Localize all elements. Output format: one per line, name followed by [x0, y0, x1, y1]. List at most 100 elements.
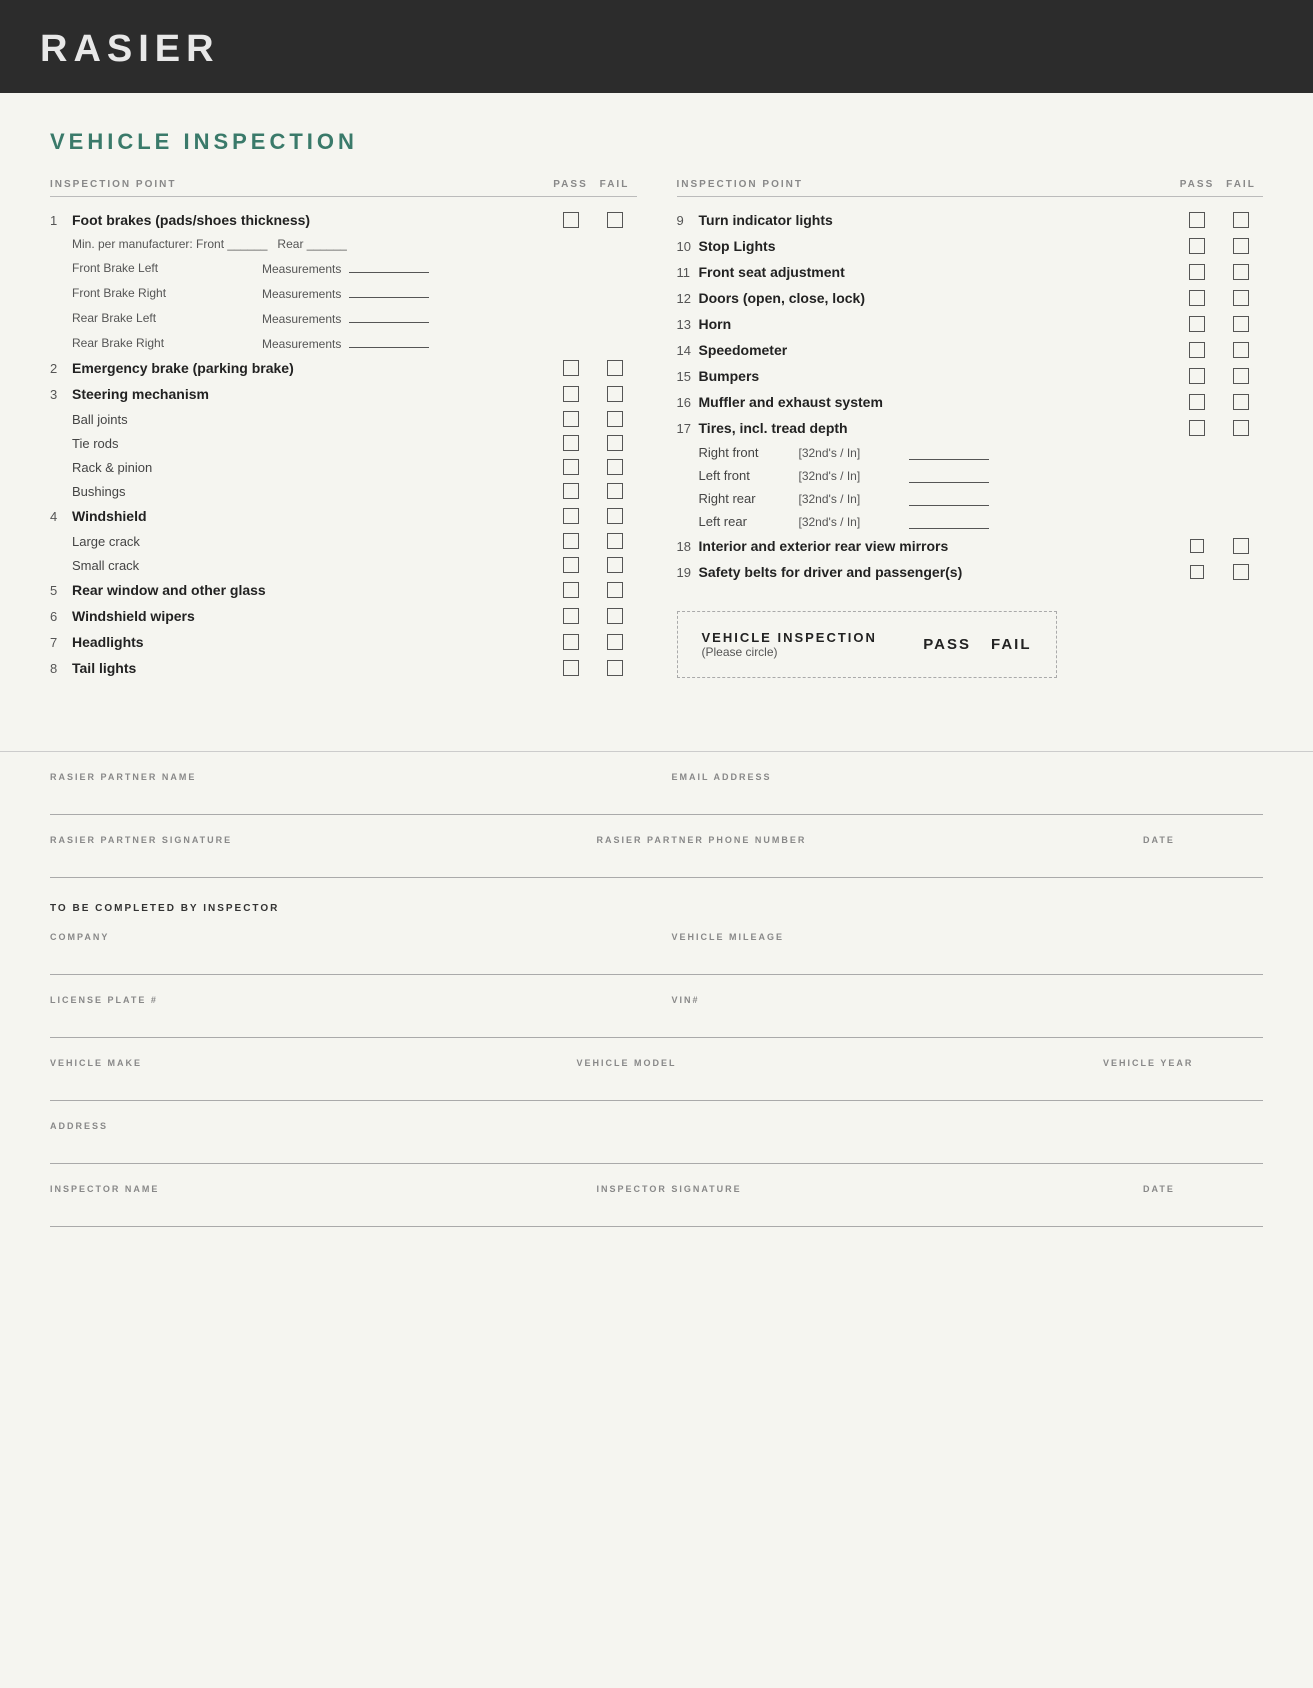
ball-joints-pass[interactable]	[563, 411, 579, 427]
right-col-pass-label: PASS	[1175, 179, 1219, 190]
tie-rods-fail[interactable]	[607, 435, 623, 451]
front-brake-right-row: Front Brake Right Measurements	[50, 280, 637, 305]
form-row-2: RASIER PARTNER SIGNATURE RASIER PARTNER …	[50, 835, 1263, 878]
item6-fail-checkbox[interactable]	[607, 608, 623, 624]
form-area: RASIER PARTNER NAME EMAIL ADDRESS RASIER…	[0, 751, 1313, 1257]
large-crack-pass[interactable]	[563, 533, 579, 549]
summary-title: VEHICLE INSPECTION	[702, 630, 894, 645]
right-col-fail-label: FAIL	[1219, 179, 1263, 190]
rack-pinion-fail[interactable]	[607, 459, 623, 475]
summary-subtitle: (Please circle)	[702, 645, 894, 659]
inspection-item-12: 12 Doors (open, close, lock)	[677, 285, 1264, 311]
bushings-pass[interactable]	[563, 483, 579, 499]
rack-pinion-pass[interactable]	[563, 459, 579, 475]
item5-pass-checkbox[interactable]	[563, 582, 579, 598]
inspection-item-18: 18 Interior and exterior rear view mirro…	[677, 533, 1264, 559]
item7-fail-checkbox[interactable]	[607, 634, 623, 650]
inspection-item-16: 16 Muffler and exhaust system	[677, 389, 1264, 415]
item2-fail-checkbox[interactable]	[607, 360, 623, 376]
item14-fail-checkbox[interactable]	[1233, 342, 1249, 358]
item16-fail-checkbox[interactable]	[1233, 394, 1249, 410]
item4-fail-checkbox[interactable]	[607, 508, 623, 524]
item12-fail-checkbox[interactable]	[1233, 290, 1249, 306]
inspection-item-7: 7 Headlights	[50, 629, 637, 655]
item15-pass-checkbox[interactable]	[1189, 368, 1205, 384]
inspection-item-4: 4 Windshield Large crack Small crack	[50, 503, 637, 577]
item5-fail-checkbox[interactable]	[607, 582, 623, 598]
item9-fail-checkbox[interactable]	[1233, 212, 1249, 228]
item14-pass-checkbox[interactable]	[1189, 342, 1205, 358]
right-column: INSPECTION POINT PASS FAIL 9 Turn indica…	[677, 179, 1264, 681]
item18-fail-checkbox[interactable]	[1233, 538, 1249, 554]
form-row-3: COMPANY VEHICLE MILEAGE	[50, 932, 1263, 975]
ball-joints-fail[interactable]	[607, 411, 623, 427]
rear-brake-left-row: Rear Brake Left Measurements	[50, 305, 637, 330]
inspection-item-6: 6 Windshield wipers	[50, 603, 637, 629]
vehicle-year-field: VEHICLE YEAR	[1103, 1058, 1263, 1084]
date-label-1: DATE	[1143, 835, 1263, 845]
partner-phone-label: RASIER PARTNER PHONE NUMBER	[597, 835, 1114, 845]
item7-pass-checkbox[interactable]	[563, 634, 579, 650]
inspection-item-8: 8 Tail lights	[50, 655, 637, 681]
inspection-item-1: 1 Foot brakes (pads/shoes thickness) Min…	[50, 207, 637, 355]
item6-pass-checkbox[interactable]	[563, 608, 579, 624]
vehicle-model-label: VEHICLE MODEL	[577, 1058, 1074, 1068]
item13-pass-checkbox[interactable]	[1189, 316, 1205, 332]
item8-pass-checkbox[interactable]	[563, 660, 579, 676]
bushings-fail[interactable]	[607, 483, 623, 499]
company-title: RASIER	[40, 28, 1273, 71]
summary-fail-label: FAIL	[991, 636, 1032, 653]
inspection-item-3: 3 Steering mechanism Ball joints Tie rod…	[50, 381, 637, 503]
vehicle-year-label: VEHICLE YEAR	[1103, 1058, 1263, 1068]
tire-right-front: Right front [32nd's / In]	[677, 441, 1264, 464]
item18-pass-checkbox[interactable]	[1190, 539, 1204, 553]
inspector-name-label: INSPECTOR NAME	[50, 1184, 567, 1194]
item3-fail-checkbox[interactable]	[607, 386, 623, 402]
inspection-item-15: 15 Bumpers	[677, 363, 1264, 389]
email-field: EMAIL ADDRESS	[672, 772, 1264, 798]
item1-fail-checkbox[interactable]	[607, 212, 623, 228]
item19-fail-checkbox[interactable]	[1233, 564, 1249, 580]
item2-pass-checkbox[interactable]	[563, 360, 579, 376]
license-plate-field: LICENSE PLATE #	[50, 995, 642, 1021]
date-field-1: DATE	[1143, 835, 1263, 861]
left-col-fail-label: FAIL	[593, 179, 637, 190]
ball-joints-row: Ball joints	[50, 407, 637, 431]
item19-pass-checkbox[interactable]	[1190, 565, 1204, 579]
summary-box: VEHICLE INSPECTION (Please circle) PASS …	[677, 611, 1057, 678]
small-crack-pass[interactable]	[563, 557, 579, 573]
left-column: INSPECTION POINT PASS FAIL 1 Foot brakes…	[50, 179, 637, 681]
item3-pass-checkbox[interactable]	[563, 386, 579, 402]
item9-pass-checkbox[interactable]	[1189, 212, 1205, 228]
tie-rods-pass[interactable]	[563, 435, 579, 451]
inspection-item-14: 14 Speedometer	[677, 337, 1264, 363]
item1-pass-checkbox[interactable]	[563, 212, 579, 228]
tie-rods-row: Tie rods	[50, 431, 637, 455]
vehicle-make-field: VEHICLE MAKE	[50, 1058, 547, 1084]
inspection-item-11: 11 Front seat adjustment	[677, 259, 1264, 285]
item12-pass-checkbox[interactable]	[1189, 290, 1205, 306]
inspection-item-9: 9 Turn indicator lights	[677, 207, 1264, 233]
item17-fail-checkbox[interactable]	[1233, 420, 1249, 436]
item8-fail-checkbox[interactable]	[607, 660, 623, 676]
item15-fail-checkbox[interactable]	[1233, 368, 1249, 384]
form-row-7: INSPECTOR NAME INSPECTOR SIGNATURE DATE	[50, 1184, 1263, 1227]
left-col-point-label: INSPECTION POINT	[50, 179, 549, 190]
item13-fail-checkbox[interactable]	[1233, 316, 1249, 332]
vehicle-make-label: VEHICLE MAKE	[50, 1058, 547, 1068]
item10-fail-checkbox[interactable]	[1233, 238, 1249, 254]
left-col-pass-label: PASS	[549, 179, 593, 190]
item16-pass-checkbox[interactable]	[1189, 394, 1205, 410]
item17-pass-checkbox[interactable]	[1189, 420, 1205, 436]
item4-pass-checkbox[interactable]	[563, 508, 579, 524]
large-crack-fail[interactable]	[607, 533, 623, 549]
partner-signature-label: RASIER PARTNER SIGNATURE	[50, 835, 567, 845]
partner-phone-field: RASIER PARTNER PHONE NUMBER	[597, 835, 1114, 861]
mfr-row: Min. per manufacturer: Front ______ Rear…	[50, 233, 637, 255]
item11-fail-checkbox[interactable]	[1233, 264, 1249, 280]
tire-left-front: Left front [32nd's / In]	[677, 464, 1264, 487]
form-row-5: VEHICLE MAKE VEHICLE MODEL VEHICLE YEAR	[50, 1058, 1263, 1101]
item11-pass-checkbox[interactable]	[1189, 264, 1205, 280]
small-crack-fail[interactable]	[607, 557, 623, 573]
item10-pass-checkbox[interactable]	[1189, 238, 1205, 254]
